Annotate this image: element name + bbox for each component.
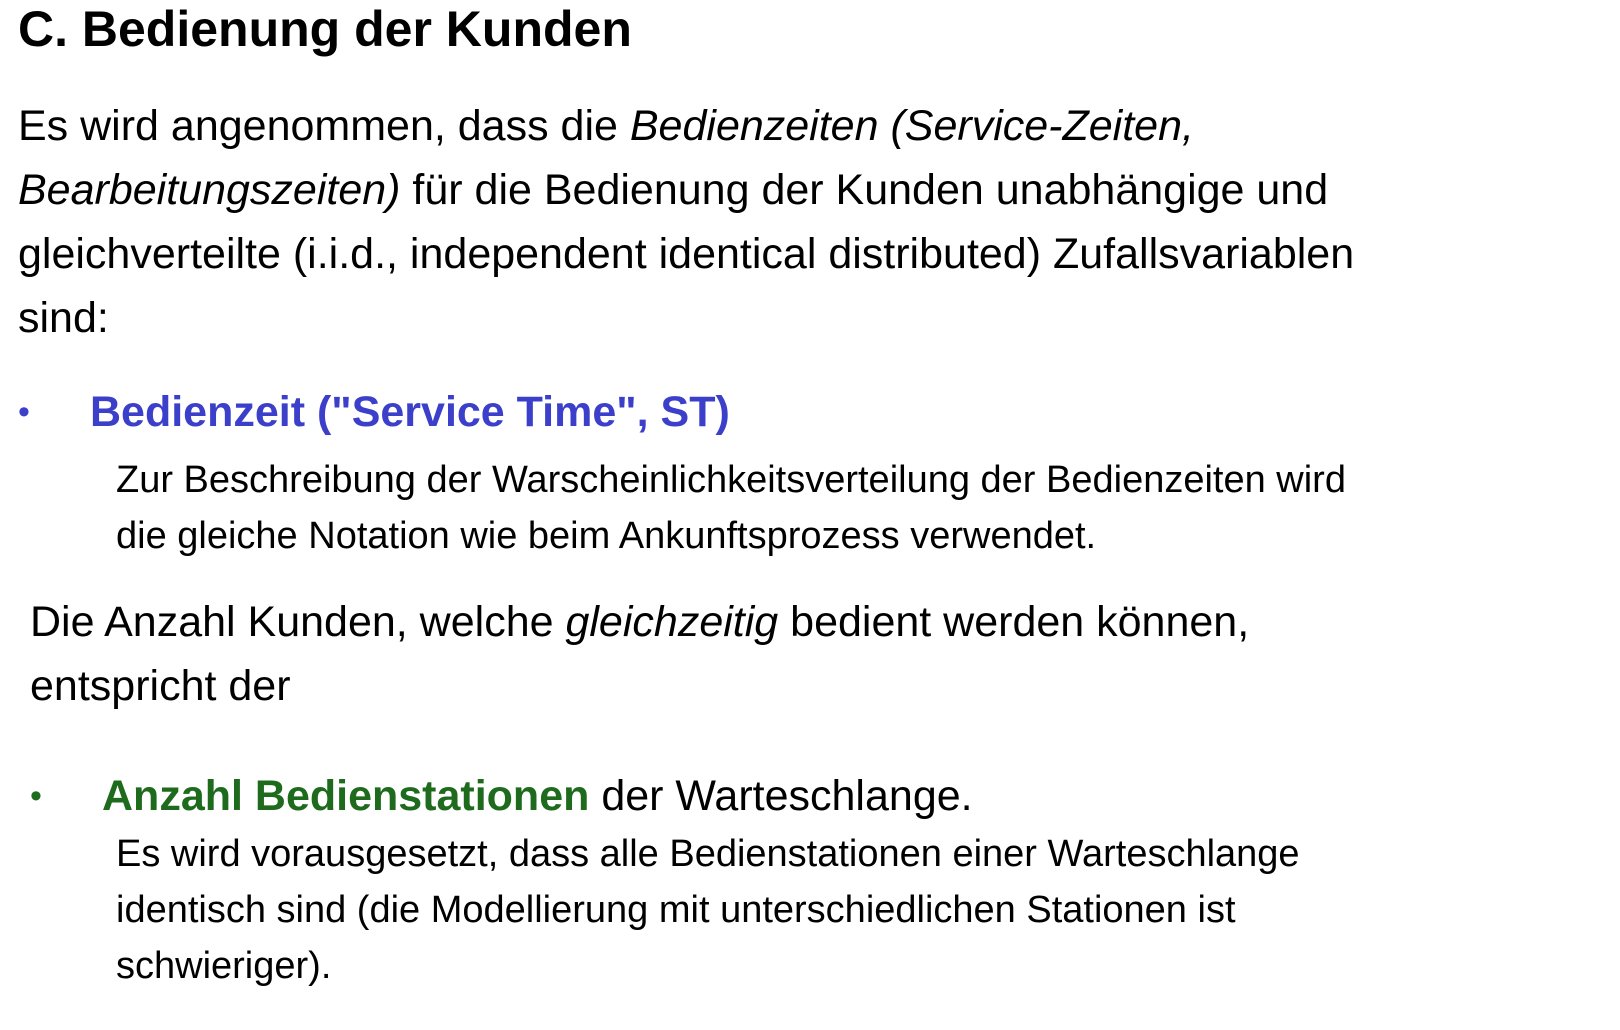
page-title: C. Bedienung der Kunden xyxy=(18,1,632,57)
servers-description-line-3: schwieriger). xyxy=(116,945,332,987)
bullet-number-of-servers-rest: der Warteschlange. xyxy=(589,772,973,820)
servers-description-line-1: Es wird vorausgesetzt, dass alle Bediens… xyxy=(116,833,1300,875)
bullet-number-of-servers-text: Anzahl Bedienstationen der Warteschlange… xyxy=(102,768,973,824)
servers-paragraph-text-a: Die Anzahl Kunden, welche xyxy=(30,598,566,646)
servers-paragraph-italic: gleichzeitig xyxy=(565,598,779,646)
servers-paragraph-text-b: bedient werden können, xyxy=(778,598,1250,646)
intro-line-2-italic: Bearbeitungszeiten) xyxy=(18,166,401,214)
servers-description-line-2: identisch sind (die Modellierung mit unt… xyxy=(116,889,1236,931)
bullet-marker: • xyxy=(30,777,42,815)
intro-paragraph: Es wird angenommen, dass die Bedienzeite… xyxy=(18,94,1618,350)
service-time-description-line-2: die gleiche Notation wie beim Ankunftspr… xyxy=(116,515,1097,557)
servers-paragraph-line-1: Die Anzahl Kunden, welche gleichzeitig b… xyxy=(30,590,1249,654)
intro-line-1: Es wird angenommen, dass die Bedienzeite… xyxy=(18,94,1618,158)
bullet-number-of-servers-term: Anzahl Bedienstationen xyxy=(102,772,590,820)
intro-line-1-text: Es wird angenommen, dass die xyxy=(18,102,630,150)
intro-line-3: gleichverteilte (i.i.d., independent ide… xyxy=(18,230,1355,278)
intro-line-4: sind: xyxy=(18,294,109,342)
intro-line-1-italic: Bedienzeiten (Service-Zeiten, xyxy=(629,102,1194,150)
bullet-service-time-label: Bedienzeit ("Service Time", ST) xyxy=(90,388,730,436)
servers-paragraph: Die Anzahl Kunden, welche gleichzeitig b… xyxy=(30,590,1249,718)
servers-description: Es wird vorausgesetzt, dass alle Bediens… xyxy=(116,826,1300,994)
intro-line-2-text: für die Bedienung der Kunden unabhängige… xyxy=(400,166,1329,214)
bullet-marker: • xyxy=(18,393,30,431)
service-time-description: Zur Beschreibung der Warscheinlichkeitsv… xyxy=(116,452,1346,564)
service-time-description-line-1: Zur Beschreibung der Warscheinlichkeitsv… xyxy=(116,459,1346,501)
servers-paragraph-line-2: entspricht der xyxy=(30,662,291,710)
intro-line-2: Bearbeitungszeiten) für die Bedienung de… xyxy=(18,158,1618,222)
